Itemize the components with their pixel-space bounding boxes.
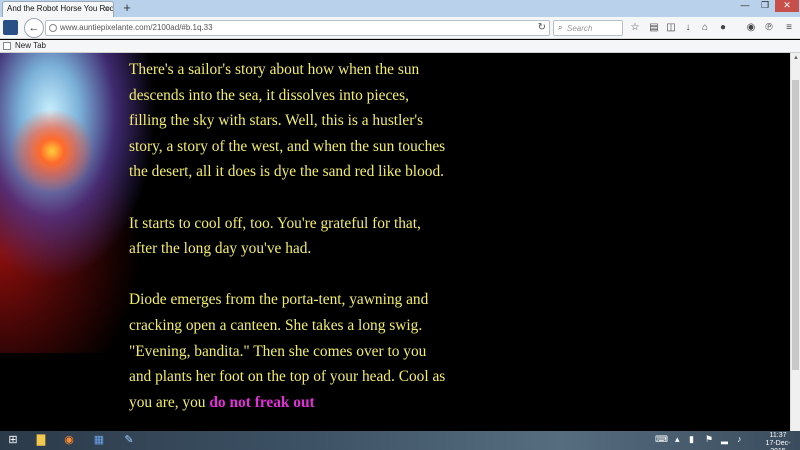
page-icon (3, 41, 11, 50)
maximize-button[interactable]: ❐ (755, 0, 775, 12)
scroll-up-icon[interactable]: ▲ (791, 53, 800, 63)
clock-time: 11:37 (769, 432, 787, 439)
clock-date: 17-Dec-2015 (765, 440, 791, 450)
scroll-thumb[interactable] (792, 80, 799, 370)
extension-icon[interactable]: ● (716, 21, 730, 35)
page-content: There's a sailor's story about how when … (0, 53, 790, 431)
nav-bar: ← www.auntiepixelante.com/2100ad/#b.1q.3… (0, 17, 800, 39)
url-text: www.auntiepixelante.com/2100ad/#b.1q.33 (60, 23, 213, 32)
paint-icon[interactable]: ✎ (118, 432, 140, 449)
signal-icon[interactable]: ▂ (721, 434, 728, 445)
pinterest-icon[interactable]: ℗ (762, 21, 776, 35)
search-icon: ⌕ (558, 23, 563, 32)
bookmark-new-tab[interactable]: New Tab (3, 41, 46, 50)
tab-close-icon[interactable]: × (104, 4, 109, 14)
bookmark-label: New Tab (15, 41, 46, 50)
url-bar[interactable]: www.auntiepixelante.com/2100ad/#b.1q.33 … (45, 20, 550, 36)
taskbar: ⊞ ▇ ◉ ▦ ✎ ⌨ ▴ ▮ ⚑ ▂ ♪ 11:37 17-Dec-2015 (0, 431, 800, 450)
flag-icon[interactable]: ⚑ (705, 434, 713, 445)
search-input[interactable]: ⌕ Search (553, 20, 623, 36)
site-identity-icon[interactable] (3, 20, 18, 35)
scrollbar[interactable]: ▲ (790, 53, 800, 431)
chat-icon[interactable]: ◉ (744, 21, 758, 35)
home-icon[interactable]: ⌂ (698, 21, 712, 35)
story-paragraph: It starts to cool off, too. You're grate… (129, 214, 421, 258)
download-icon[interactable]: ↓ (681, 21, 695, 35)
story-link-do-not-freak-out[interactable]: do not freak out (209, 394, 314, 411)
reload-icon[interactable]: ↻ (538, 22, 546, 33)
story-text: There's a sailor's story about how when … (129, 57, 449, 431)
minimize-button[interactable]: — (735, 0, 755, 12)
reading-list-icon[interactable]: ▤ (647, 21, 661, 35)
story-paragraph-last: Diode emerges from the porta-tent, yawni… (129, 287, 449, 415)
tab-story[interactable]: And the Robot Horse You Rod... × (2, 1, 114, 17)
windows-start-icon[interactable]: ⊞ (2, 432, 24, 449)
file-explorer-icon[interactable]: ▇ (30, 432, 52, 449)
story-paragraph: There's a sailor's story about how when … (129, 61, 446, 181)
menu-icon[interactable]: ≡ (782, 21, 796, 35)
bookmarks-bar: New Tab (0, 40, 800, 53)
search-placeholder: Search (567, 24, 593, 33)
star-icon[interactable]: ☆ (628, 21, 642, 35)
tab-strip: And the Robot Horse You Rod... × + — ❐ ✕ (0, 0, 800, 17)
pocket-icon[interactable]: ◫ (664, 21, 678, 35)
close-window-button[interactable]: ✕ (775, 0, 799, 12)
firefox-icon[interactable]: ◉ (58, 432, 80, 449)
tab-title: And the Robot Horse You Rod... (7, 4, 114, 13)
back-arrow-icon: ← (28, 22, 40, 34)
system-clock[interactable]: 11:37 17-Dec-2015 (758, 432, 798, 450)
back-button[interactable]: ← (24, 18, 44, 38)
word-icon[interactable]: ▦ (88, 432, 110, 449)
tray-arrow-icon[interactable]: ▴ (675, 434, 680, 445)
keyboard-icon[interactable]: ⌨ (655, 434, 668, 445)
new-tab-button[interactable]: + (120, 1, 134, 15)
network-icon[interactable]: ▮ (689, 434, 694, 445)
globe-icon (49, 24, 57, 32)
volume-icon[interactable]: ♪ (737, 434, 742, 444)
